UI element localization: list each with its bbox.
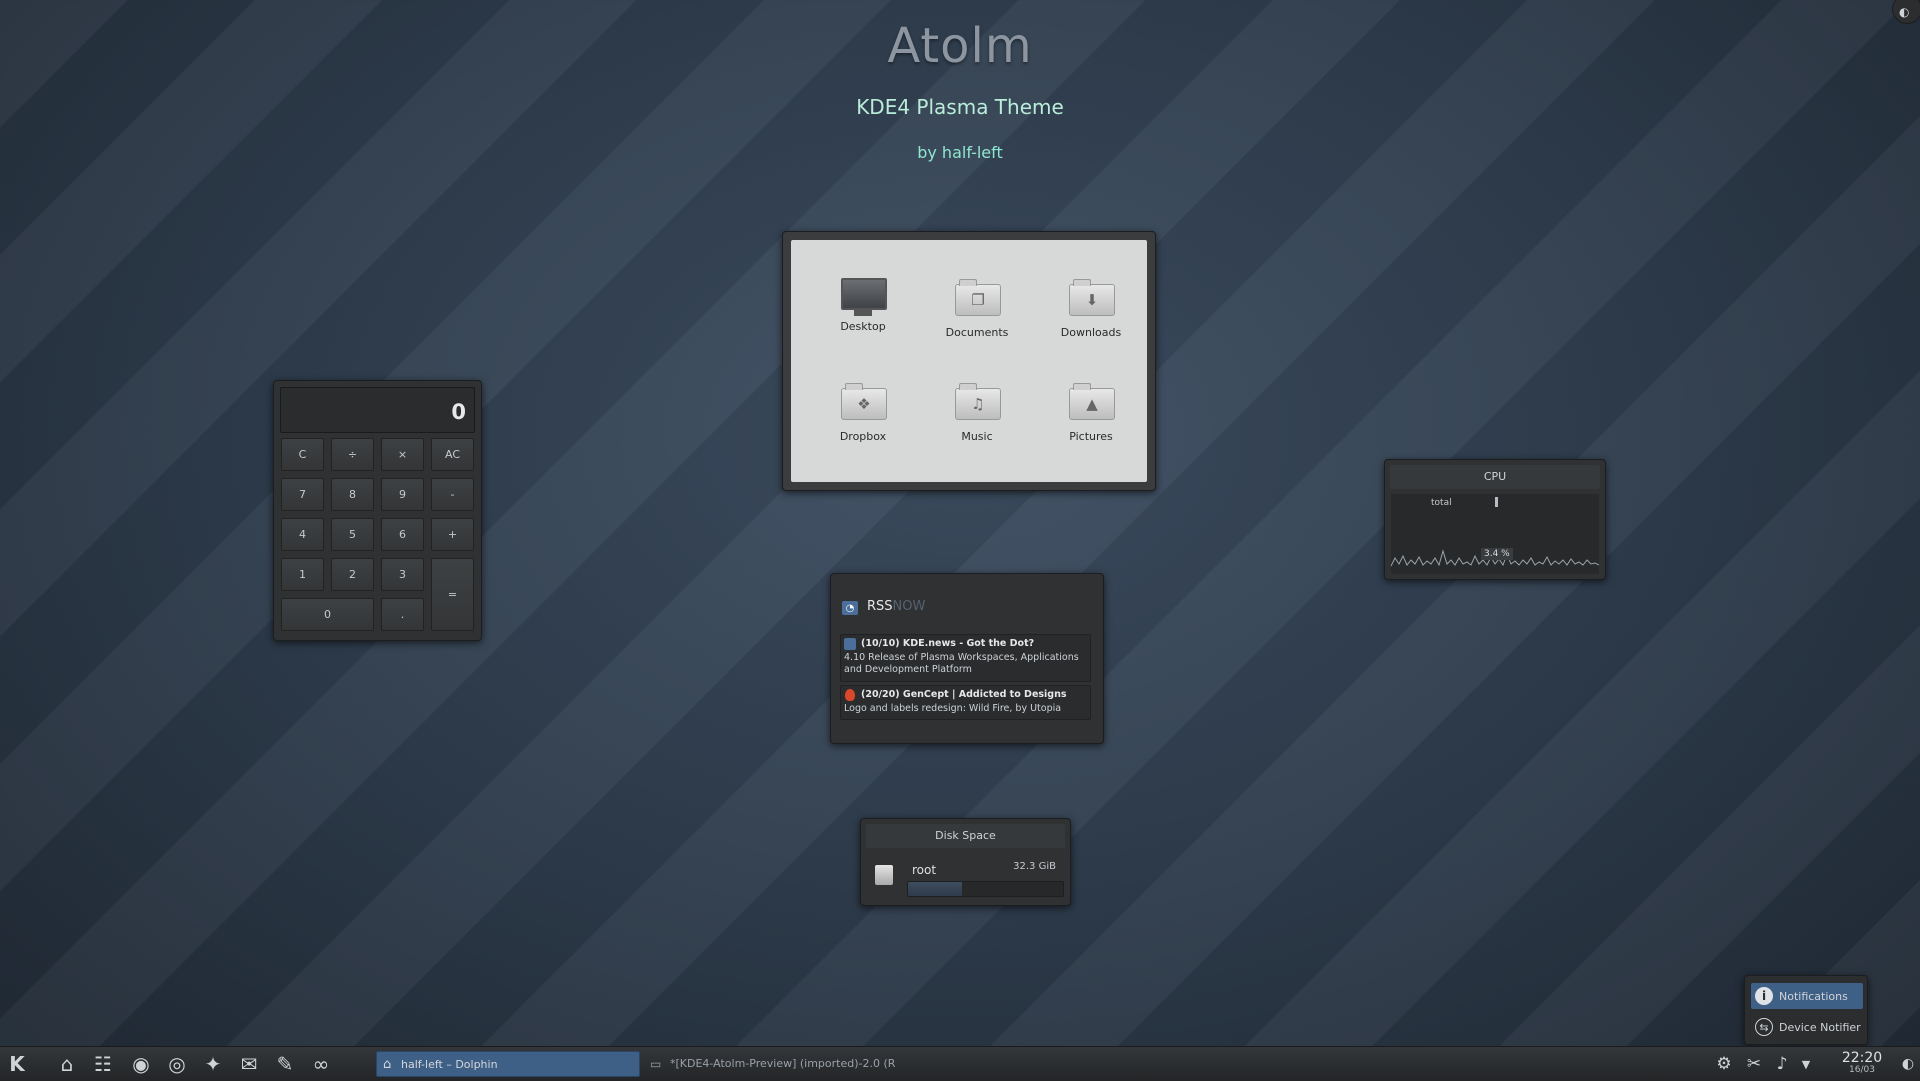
disk-usage-bar	[907, 881, 1064, 897]
compass-icon[interactable]: ◎	[164, 1052, 190, 1076]
clock-time: 22:20	[1841, 1050, 1883, 1066]
calc-key-2[interactable]: 2	[331, 558, 374, 591]
downloads-item[interactable]: ⬇ Downloads	[1041, 278, 1141, 339]
calc-key-3[interactable]: 3	[381, 558, 424, 591]
calc-key-4[interactable]: 4	[281, 518, 324, 551]
folder-home-icon: ⌂	[383, 1057, 392, 1072]
monitor-icon	[841, 278, 887, 310]
pictures-item[interactable]: ▲ Pictures	[1041, 382, 1141, 443]
cpu-title: CPU	[1390, 465, 1600, 489]
task-label: *[KDE4-Atolm-Preview] (imported)-2.0 (R	[670, 1057, 896, 1070]
rss-item[interactable]: (20/20) GenCept | Addicted to Designs Lo…	[840, 685, 1091, 720]
device-notifier-button[interactable]: ⇆ Device Notifier	[1751, 1014, 1863, 1040]
notifications-label: Notifications	[1779, 989, 1848, 1003]
pictures-folder-icon: ▲	[1069, 383, 1115, 420]
kde-menu-icon[interactable]: K	[4, 1052, 30, 1076]
disk-usage-fill	[908, 882, 963, 896]
calc-key-6[interactable]: 6	[381, 518, 424, 551]
calc-key-8[interactable]: 8	[331, 478, 374, 511]
calc-minus-button[interactable]: -	[431, 478, 474, 511]
chat-icon[interactable]: ∞	[308, 1052, 334, 1076]
dropbox-item[interactable]: ❖ Dropbox	[813, 382, 913, 443]
music-folder-icon: ♫	[955, 383, 1001, 420]
calc-equals-button[interactable]: =	[431, 558, 474, 631]
calc-all-clear-button[interactable]: AC	[431, 438, 474, 471]
dropbox-label: Dropbox	[839, 430, 887, 443]
calc-clear-button[interactable]: C	[281, 438, 324, 471]
rss-now-widget: ◔ RSSNOW (10/10) KDE.news - Got the Dot?…	[830, 573, 1104, 744]
info-icon: i	[1755, 987, 1773, 1005]
theme-title: Atolm	[887, 18, 1033, 74]
rss-feed-icon: ◔	[842, 601, 858, 615]
documents-label: Documents	[945, 326, 1009, 339]
downloads-folder-icon: ⬇	[1069, 279, 1115, 316]
calc-key-9[interactable]: 9	[381, 478, 424, 511]
pictures-label: Pictures	[1069, 430, 1113, 443]
downloads-label: Downloads	[1060, 326, 1122, 339]
plasma-toolbox-icon[interactable]: ◐	[1898, 1054, 1918, 1074]
volume-icon[interactable]: ♪	[1772, 1054, 1792, 1074]
window-icon: ▭	[650, 1057, 662, 1071]
expand-tray-icon[interactable]: ▼	[1796, 1054, 1816, 1074]
documents-folder-icon: ❐	[955, 279, 1001, 316]
system-tray-popup: i Notifications ⇆ Device Notifier	[1744, 975, 1868, 1045]
browser-icon[interactable]: ◉	[128, 1052, 154, 1076]
desktop-item[interactable]: Desktop	[813, 278, 913, 333]
calc-key-7[interactable]: 7	[281, 478, 324, 511]
theme-author: by half-left	[917, 143, 1003, 162]
rss-title-suffix: NOW	[892, 599, 926, 614]
device-notifier-label: Device Notifier	[1779, 1020, 1861, 1034]
dropbox-folder-icon: ❖	[841, 383, 887, 420]
calc-key-1[interactable]: 1	[281, 558, 324, 591]
rss-item-description: 4.10 Release of Plasma Workspaces, Appli…	[844, 652, 1079, 675]
calc-key-0[interactable]: 0	[281, 598, 374, 631]
desktop-label: Desktop	[840, 320, 886, 333]
calc-plus-button[interactable]: +	[431, 518, 474, 551]
rss-item-description: Logo and labels redesign: Wild Fire, by …	[844, 703, 1062, 714]
calc-multiply-button[interactable]: ×	[381, 438, 424, 471]
task-image-editor[interactable]: ▭ *[KDE4-Atolm-Preview] (imported)-2.0 (…	[646, 1051, 902, 1077]
task-label: half-left – Dolphin	[401, 1058, 498, 1071]
home-icon[interactable]: ⌂	[54, 1052, 80, 1076]
settings-gear-icon[interactable]: ⚙	[1714, 1054, 1734, 1074]
clock-date: 16/03	[1849, 1065, 1875, 1075]
folder-view-widget: Desktop ❐ Documents ⬇ Downloads ❖ Dropbo…	[782, 231, 1156, 491]
music-label: Music	[961, 430, 993, 443]
disk-size-label: 32.3 GiB	[1013, 861, 1056, 872]
calc-decimal-button[interactable]: .	[381, 598, 424, 631]
bird-icon[interactable]: ✦	[200, 1052, 226, 1076]
notifications-button[interactable]: i Notifications	[1751, 983, 1863, 1009]
disk-mount-label: root	[912, 863, 937, 877]
email-icon[interactable]: ✉	[236, 1052, 262, 1076]
panel-taskbar: K ⌂ ☷ ◉ ◎ ✦ ✉ ✎ ∞ ⌂ half-left – Dolphin …	[0, 1046, 1920, 1081]
cpu-value-label: 3.4 %	[1481, 548, 1513, 560]
image-editor-icon[interactable]: ✎	[272, 1052, 298, 1076]
documents-item[interactable]: ❐ Documents	[927, 278, 1027, 339]
calc-divide-button[interactable]: ÷	[331, 438, 374, 471]
rss-item-title: (20/20) GenCept | Addicted to Designs	[861, 689, 1067, 700]
cpu-monitor-widget: CPU total 3.4 %	[1384, 459, 1606, 580]
kde-icon	[844, 638, 856, 650]
calc-key-5[interactable]: 5	[331, 518, 374, 551]
usb-device-icon: ⇆	[1755, 1018, 1773, 1036]
clock[interactable]: 22:20 16/03	[1830, 1050, 1894, 1075]
rss-title: RSS	[867, 599, 893, 614]
music-item[interactable]: ♫ Music	[927, 382, 1027, 443]
calculator-widget: 0 C ÷ × AC 7 8 9 - 4 5 6 + 1 2 3 = 0 .	[273, 380, 482, 641]
gencept-icon	[845, 689, 855, 701]
disk-title: Disk Space	[866, 824, 1065, 848]
folder-view-area: Desktop ❐ Documents ⬇ Downloads ❖ Dropbo…	[791, 240, 1147, 482]
hard-drive-icon	[875, 865, 893, 885]
rss-item-title: (10/10) KDE.news - Got the Dot?	[861, 638, 1035, 649]
cpu-sparkline	[1391, 549, 1599, 567]
theme-subtitle: KDE4 Plasma Theme	[856, 95, 1064, 119]
scissors-icon[interactable]: ✂	[1744, 1054, 1764, 1074]
disk-space-widget: Disk Space root 32.3 GiB	[860, 818, 1071, 906]
calculator-display: 0	[280, 387, 475, 433]
task-dolphin[interactable]: ⌂ half-left – Dolphin	[376, 1051, 640, 1077]
system-settings-icon[interactable]: ☷	[90, 1052, 116, 1076]
rss-item[interactable]: (10/10) KDE.news - Got the Dot? 4.10 Rel…	[840, 634, 1091, 682]
cpu-graph: total 3.4 %	[1391, 494, 1599, 574]
